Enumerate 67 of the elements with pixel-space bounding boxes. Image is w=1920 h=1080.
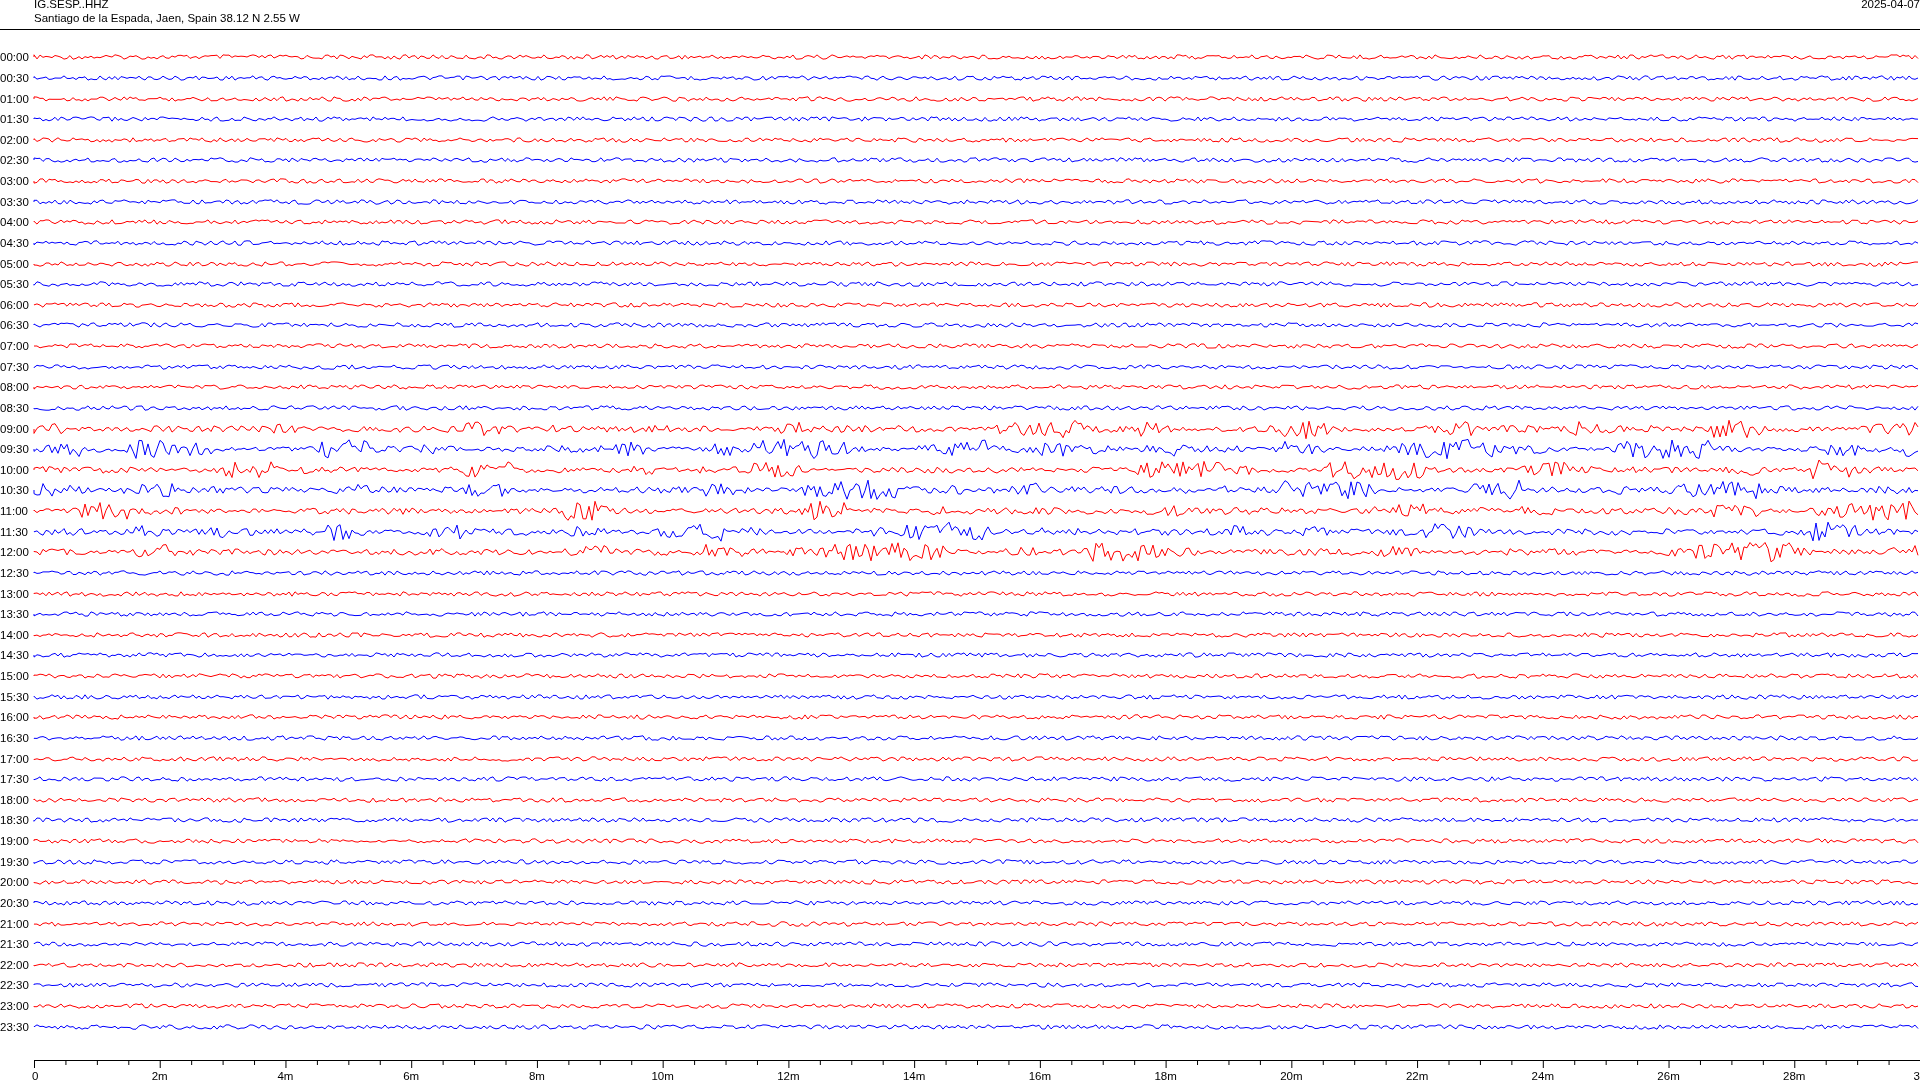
time-label: 07:30 [0, 360, 30, 373]
time-label: 03:00 [0, 175, 30, 188]
time-label: 14:30 [0, 649, 30, 662]
time-label: 21:00 [0, 917, 30, 930]
axis-tick-label: 26m [1657, 1070, 1680, 1080]
time-label: 15:30 [0, 690, 30, 703]
time-label: 19:00 [0, 835, 30, 848]
axis-tick-label: 18m [1154, 1070, 1177, 1080]
axis-tick-label: 6m [403, 1070, 420, 1080]
station-location: Santiago de la Espada, Jaen, Spain 38.12 N 2.55 W [34, 11, 300, 25]
time-label: 23:00 [0, 1000, 30, 1013]
axis-tick-label: 4m [277, 1070, 294, 1080]
time-label: 16:00 [0, 711, 30, 724]
time-label: 00:30 [0, 71, 30, 84]
time-label: 08:30 [0, 401, 30, 414]
time-label: 05:30 [0, 278, 30, 291]
time-label: 09:30 [0, 443, 30, 456]
time-label: 00:00 [0, 51, 30, 64]
time-label: 18:00 [0, 793, 30, 806]
time-label: 20:30 [0, 896, 30, 909]
time-label: 22:30 [0, 979, 30, 992]
station-code: IG.SESP..HHZ [34, 0, 110, 12]
time-label: 22:00 [0, 958, 30, 971]
time-label: 06:00 [0, 298, 30, 311]
axis-tick-label: 10m [651, 1070, 674, 1080]
axis-tick-label: 0 [32, 1070, 39, 1080]
time-label: 13:00 [0, 587, 30, 600]
time-label: 18:30 [0, 814, 30, 827]
time-label: 16:30 [0, 731, 30, 744]
time-label: 12:30 [0, 566, 30, 579]
time-label: 06:30 [0, 319, 30, 332]
time-label: 20:00 [0, 876, 30, 889]
time-label: 01:30 [0, 113, 30, 126]
time-label: 02:30 [0, 154, 30, 167]
axis-tick-label: 14m [902, 1070, 926, 1080]
time-label: 21:30 [0, 938, 30, 951]
axis-tick-label: 22m [1405, 1070, 1429, 1080]
axis-tick-label: 28m [1783, 1070, 1806, 1080]
time-label: 04:00 [0, 216, 30, 229]
axis-tick-label: 8m [528, 1070, 545, 1080]
time-label: 05:00 [0, 257, 30, 270]
time-label: 03:30 [0, 195, 30, 208]
axis-tick-label: 16m [1028, 1070, 1052, 1080]
time-label: 07:00 [0, 340, 30, 353]
axis-tick-label: 3 [1913, 1070, 1920, 1080]
time-label: 14:00 [0, 628, 30, 641]
time-label: 08:00 [0, 381, 30, 394]
time-label: 10:00 [0, 463, 30, 476]
time-label: 13:30 [0, 608, 30, 621]
time-label: 17:00 [0, 752, 30, 765]
time-label: 11:00 [0, 505, 29, 518]
axis-tick-label: 12m [777, 1070, 800, 1080]
axis-tick-label: 24m [1531, 1070, 1554, 1080]
time-label: 19:30 [0, 855, 30, 868]
time-label: 12:00 [0, 546, 30, 559]
time-label: 11:30 [0, 525, 29, 538]
time-label: 10:30 [0, 484, 30, 497]
axis-tick-label: 2m [151, 1070, 168, 1080]
plot-date: 2025-04-07 [1861, 0, 1920, 12]
time-label: 23:30 [0, 1020, 30, 1033]
axis-tick-label: 20m [1280, 1070, 1303, 1080]
time-label: 09:00 [0, 422, 30, 435]
time-label: 17:30 [0, 773, 30, 786]
time-label: 15:00 [0, 670, 30, 683]
time-label: 02:00 [0, 133, 30, 146]
time-label: 04:30 [0, 236, 30, 249]
time-label: 01:00 [0, 92, 30, 105]
